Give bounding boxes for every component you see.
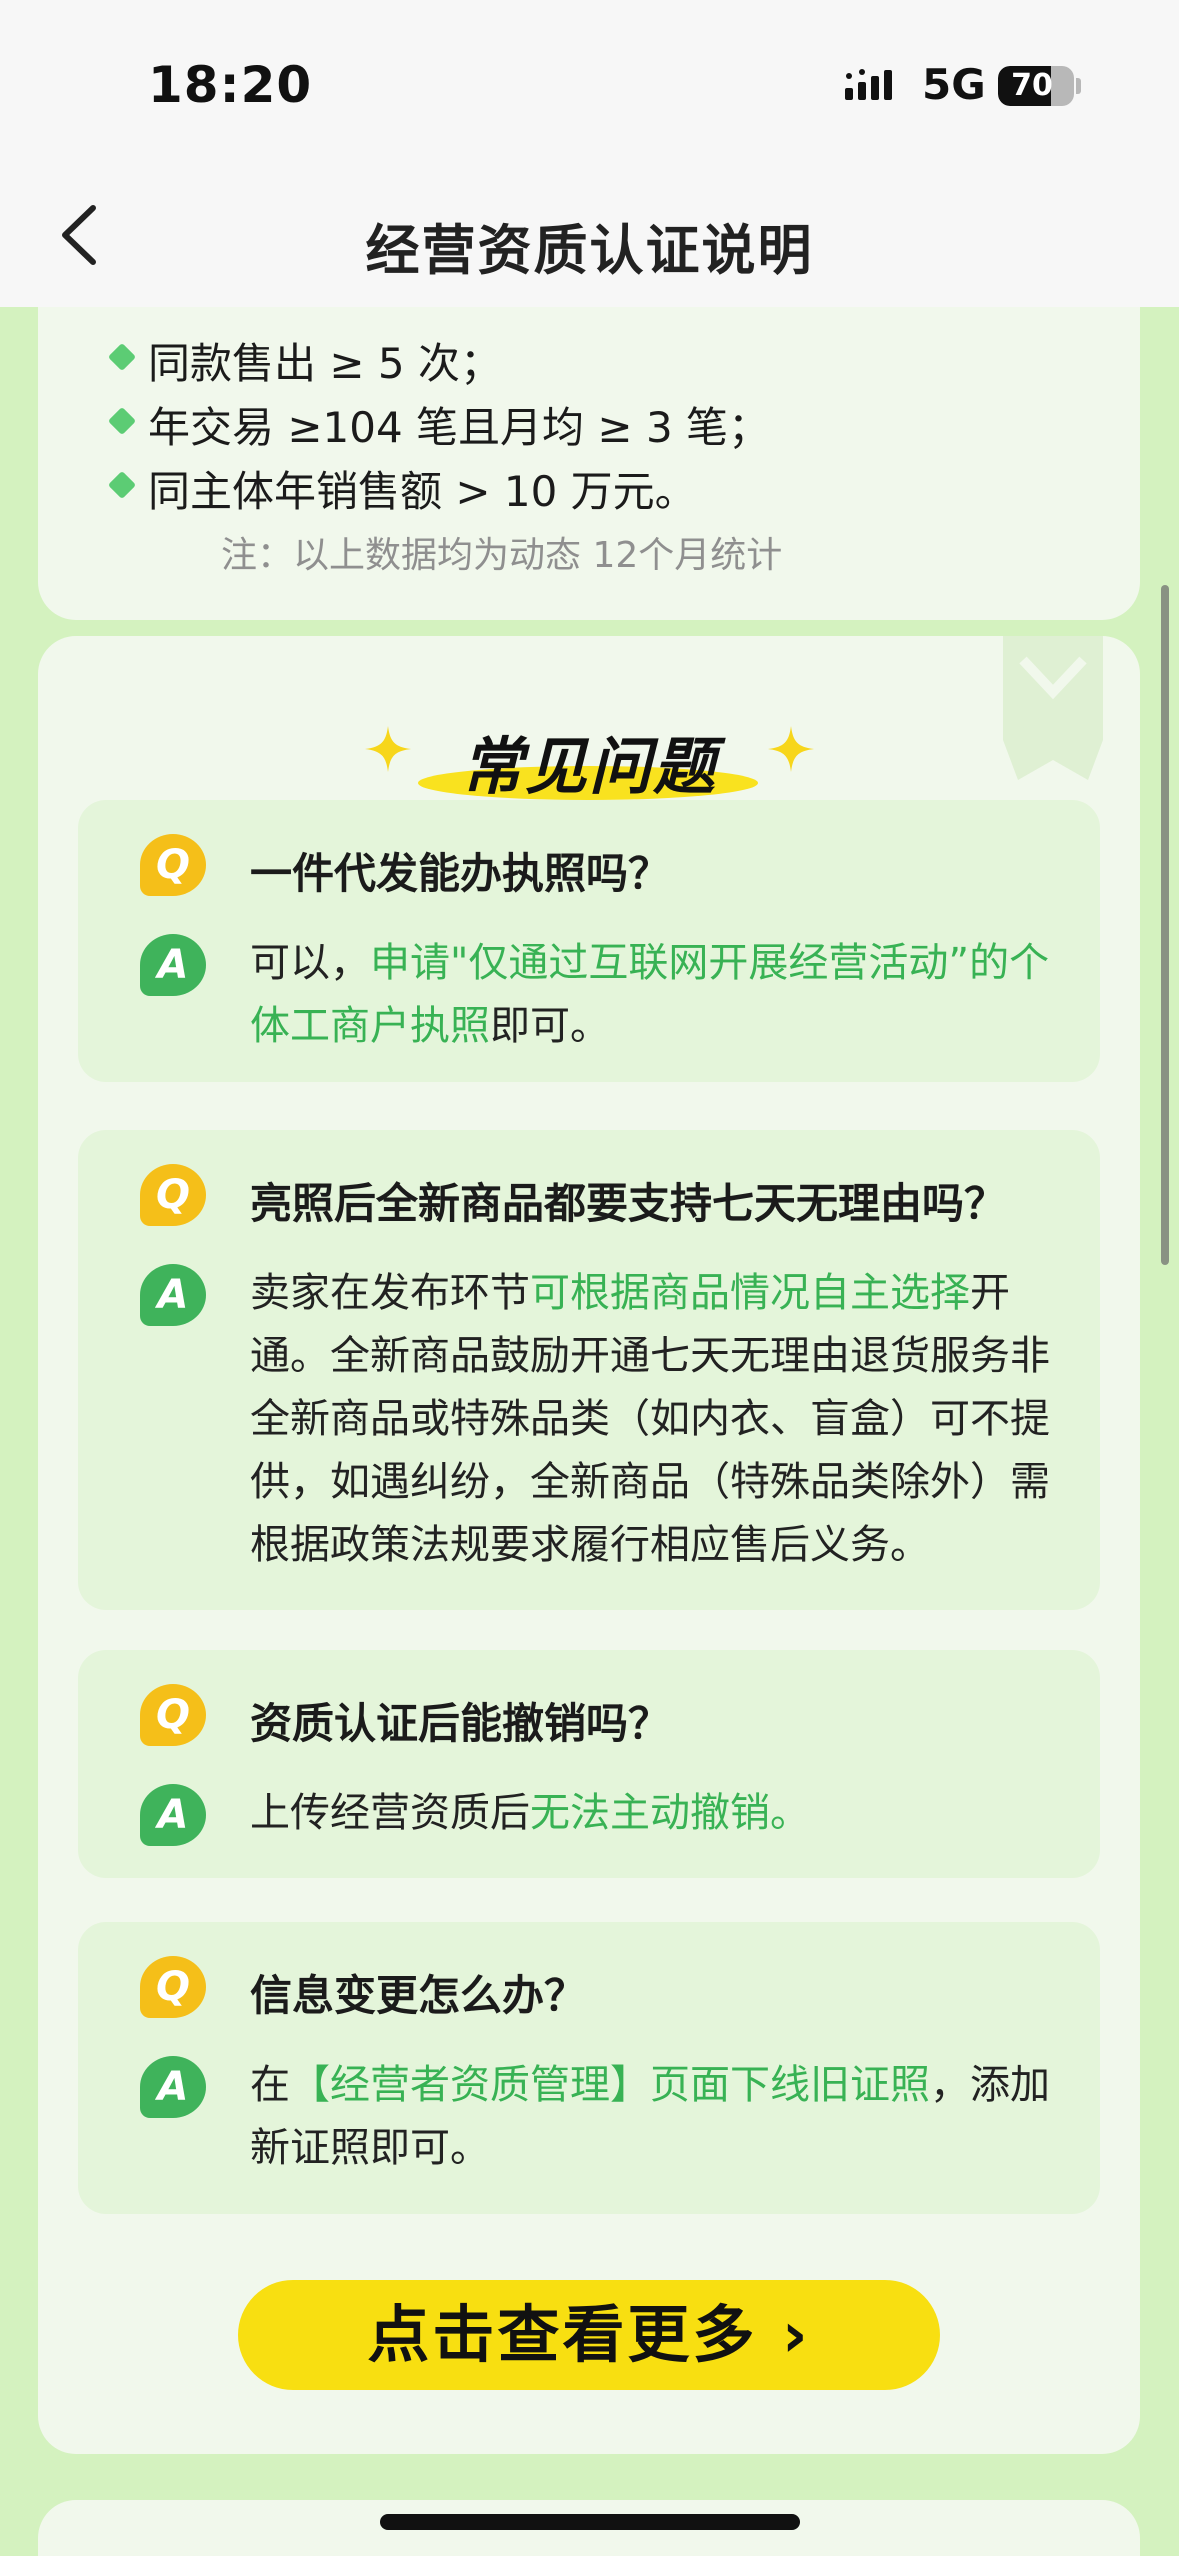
faq-answer: 卖家在发布环节可根据商品情况自主选择开通。全新商品鼓励开通七天无理由退货服务非全… <box>250 1270 1050 1568</box>
faq-item: Q 信息变更怎么办？ A 在【经营者资质管理】页面下线旧证照，添加新证照即可。 <box>78 1922 1100 2214</box>
status-time: 18:20 <box>148 56 313 114</box>
status-bar: 18:20 5G 70 <box>0 0 1179 170</box>
faq-item: Q 资质认证后能撤销吗？ A 上传经营资质后无法主动撤销。 <box>78 1650 1100 1878</box>
requirements-note: 注：以上数据均为动态 12个月统计 <box>221 535 783 576</box>
requirement-item: 年交易 ≥104 笔且月均 ≥ 3 笔； <box>107 394 770 455</box>
diamond-bullet-icon <box>107 470 137 500</box>
question-badge-icon: Q <box>140 1956 206 2018</box>
faq-question: 一件代发能办执照吗？ <box>250 849 671 898</box>
faq-answer: 上传经营资质后无法主动撤销。 <box>250 1790 810 1836</box>
answer-badge-icon: A <box>140 2056 206 2118</box>
battery-cap <box>1076 78 1081 94</box>
nav-bar: 经营资质认证说明 <box>0 170 1179 307</box>
battery-icon: 70 <box>998 66 1074 106</box>
scrollbar[interactable] <box>1161 585 1169 1265</box>
view-more-button[interactable]: 点击查看更多 › <box>238 2280 940 2390</box>
question-badge-icon: Q <box>140 834 206 896</box>
chevron-right-icon: › <box>782 2298 811 2371</box>
answer-badge-icon: A <box>140 934 206 996</box>
battery-level: 70 <box>1011 68 1053 103</box>
diamond-bullet-icon <box>107 342 137 372</box>
faq-title: 常见问题 <box>460 730 717 803</box>
faq-answer: 在【经营者资质管理】页面下线旧证照，添加新证照即可。 <box>250 2062 1050 2171</box>
answer-badge-icon: A <box>140 1784 206 1846</box>
signal-icon <box>845 69 892 100</box>
requirement-item: 同主体年销售额 > 10 万元。 <box>107 458 697 519</box>
network-type: 5G <box>922 60 986 109</box>
faq-heading: 常见问题 <box>38 676 1140 806</box>
faq-question: 亮照后全新商品都要支持七天无理由吗？ <box>250 1179 1007 1228</box>
answer-badge-icon: A <box>140 1264 206 1326</box>
requirement-item: 同款售出 ≥ 5 次； <box>107 330 502 391</box>
page-title: 经营资质认证说明 <box>365 219 814 282</box>
faq-card: 常见问题 Q 一件代发能办执照吗？ A 可以，申请"仅通过互联网开展经营活动”的… <box>38 636 1140 2454</box>
question-badge-icon: Q <box>140 1684 206 1746</box>
faq-question: 信息变更怎么办？ <box>250 1971 587 2020</box>
faq-question: 资质认证后能撤销吗？ <box>250 1699 671 1748</box>
home-indicator[interactable] <box>380 2514 800 2530</box>
question-badge-icon: Q <box>140 1164 206 1226</box>
faq-item: Q 亮照后全新商品都要支持七天无理由吗？ A 卖家在发布环节可根据商品情况自主选… <box>78 1130 1100 1610</box>
diamond-bullet-icon <box>107 406 137 436</box>
faq-item: Q 一件代发能办执照吗？ A 可以，申请"仅通过互联网开展经营活动”的个体工商户… <box>78 800 1100 1082</box>
faq-answer: 可以，申请"仅通过互联网开展经营活动”的个体工商户执照即可。 <box>250 940 1050 1049</box>
